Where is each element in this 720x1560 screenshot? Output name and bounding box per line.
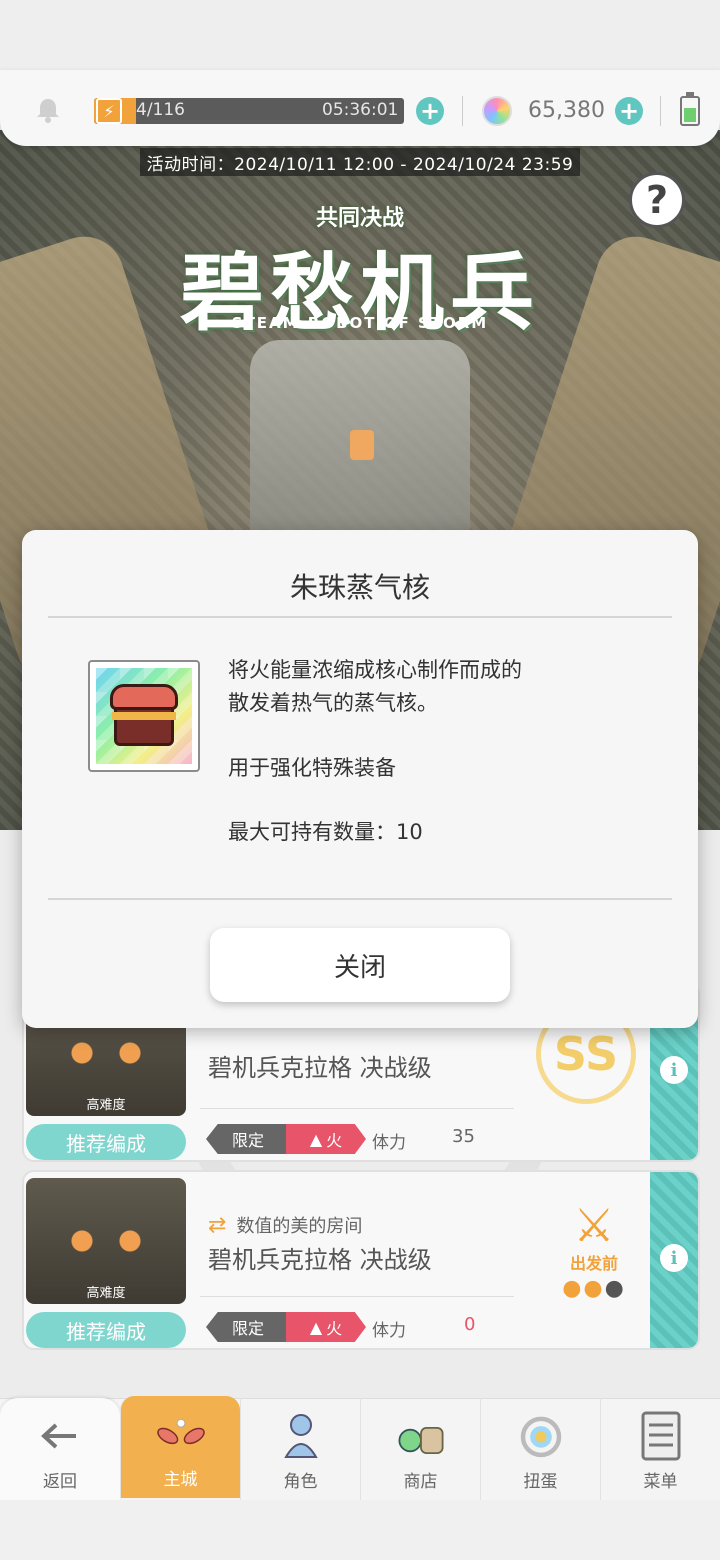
- item-detail-modal: 朱珠蒸气核 将火能量浓缩成核心制作而成的 散发着热气的蒸气核。 用于强化特殊装备…: [22, 530, 698, 1028]
- menu-list-icon: [634, 1411, 688, 1461]
- fire-icon: ▲: [309, 1129, 323, 1149]
- divider: [48, 898, 672, 900]
- difficulty-label: 高难度: [86, 1286, 126, 1301]
- modal-title: 朱珠蒸气核: [289, 571, 430, 604]
- robot-eye-light: [350, 430, 374, 460]
- stamina-cost-label: 体力: [372, 1321, 406, 1341]
- castle-wings-icon: [154, 1409, 208, 1459]
- nav-label: 商店: [403, 1472, 438, 1492]
- stamina-cost-label: 体力: [372, 1133, 406, 1153]
- nav-label: 主城: [163, 1470, 198, 1490]
- nav-gacha[interactable]: 扭蛋: [480, 1398, 600, 1500]
- difficulty-label: 高难度: [86, 1098, 126, 1113]
- question-icon: ?: [645, 178, 669, 222]
- steam-core-icon: [96, 668, 192, 764]
- info-icon[interactable]: i: [660, 1056, 688, 1084]
- nav-home[interactable]: 主城: [120, 1396, 240, 1498]
- nav-label: 返回: [43, 1472, 77, 1492]
- description-line: 将火能量浓缩成核心制作而成的: [228, 658, 522, 682]
- nav-menu[interactable]: 菜单: [600, 1398, 720, 1500]
- element-label: 火: [326, 1131, 343, 1150]
- fire-icon: ▲: [309, 1317, 323, 1337]
- divider: [48, 616, 672, 618]
- element-label: 火: [326, 1319, 343, 1338]
- crossed-swords-icon: ⚔: [573, 1198, 615, 1252]
- depart-status: ⚔ 出发前 ●●●: [554, 1202, 634, 1301]
- shop-bag-icon: [394, 1411, 448, 1461]
- fire-element-tag: ▲ 火: [286, 1312, 366, 1342]
- system-home-bar: [0, 1500, 720, 1560]
- help-button[interactable]: ?: [629, 172, 685, 228]
- nav-back[interactable]: 返回: [0, 1398, 120, 1500]
- nav-shop[interactable]: 商店: [360, 1398, 480, 1500]
- gacha-orb-icon: [514, 1411, 568, 1461]
- stamina-count: 4/116: [136, 100, 185, 120]
- quest-name: 碧机兵克拉格 决战级: [208, 1246, 432, 1274]
- party-members-icon: ●●●: [562, 1276, 626, 1301]
- host-room: ⇄ 数值的美的房间: [208, 1212, 362, 1238]
- divider: [200, 1108, 514, 1109]
- recommend-team-button[interactable]: 推荐编成: [26, 1312, 186, 1348]
- limited-tag: 限定: [206, 1312, 290, 1342]
- quest-card[interactable]: 高难度 推荐编成 ⇄ 数值的美的房间 碧机兵克拉格 决战级 限定 ▲ 火 体力 …: [22, 1170, 700, 1350]
- stamina-timer: 05:36:01: [322, 100, 399, 120]
- stamina-cost-value: 0: [464, 1314, 476, 1335]
- item-icon-frame: [88, 660, 200, 772]
- event-logo-english: STEAM-ROBOT OF STORM: [231, 314, 489, 332]
- bell-icon[interactable]: [34, 96, 62, 124]
- description-line: 散发着热气的蒸气核。: [228, 691, 438, 715]
- item-description: 将火能量浓缩成核心制作而成的 散发着热气的蒸气核。: [228, 654, 522, 720]
- stamina-cost-value: 35: [452, 1126, 475, 1147]
- info-icon[interactable]: i: [660, 1244, 688, 1272]
- character-icon: [274, 1411, 328, 1461]
- limited-tag: 限定: [206, 1124, 290, 1154]
- back-arrow-icon: [33, 1411, 87, 1461]
- depart-label: 出发前: [569, 1254, 618, 1273]
- divider: [200, 1296, 514, 1297]
- gem-count: 65,380: [528, 98, 605, 123]
- battery-icon: [680, 92, 700, 126]
- gem-icon: [482, 96, 512, 126]
- host-room-name: 数值的美的房间: [236, 1216, 363, 1237]
- add-gems-button[interactable]: +: [615, 97, 643, 125]
- fire-element-tag: ▲ 火: [286, 1124, 366, 1154]
- divider: [660, 96, 661, 126]
- nav-label: 角色: [283, 1472, 318, 1492]
- divider: [462, 96, 463, 126]
- nav-label: 菜单: [643, 1472, 678, 1492]
- quest-name: 碧机兵克拉格 决战级: [208, 1054, 432, 1082]
- add-stamina-button[interactable]: +: [416, 97, 444, 125]
- recommend-team-button[interactable]: 推荐编成: [26, 1124, 186, 1160]
- lightning-icon: ⚡: [96, 98, 122, 124]
- nav-label: 扭蛋: [523, 1472, 558, 1492]
- swap-arrows-icon: ⇄: [208, 1212, 227, 1238]
- max-hold-count: 最大可持有数量：10: [228, 820, 423, 844]
- item-usage: 用于强化特殊装备: [228, 756, 396, 780]
- event-time-label: 活动时间：2024/10/11 12:00 - 2024/10/24 23:59: [140, 148, 580, 176]
- nav-character[interactable]: 角色: [240, 1398, 360, 1500]
- close-button[interactable]: 关闭: [210, 928, 510, 1002]
